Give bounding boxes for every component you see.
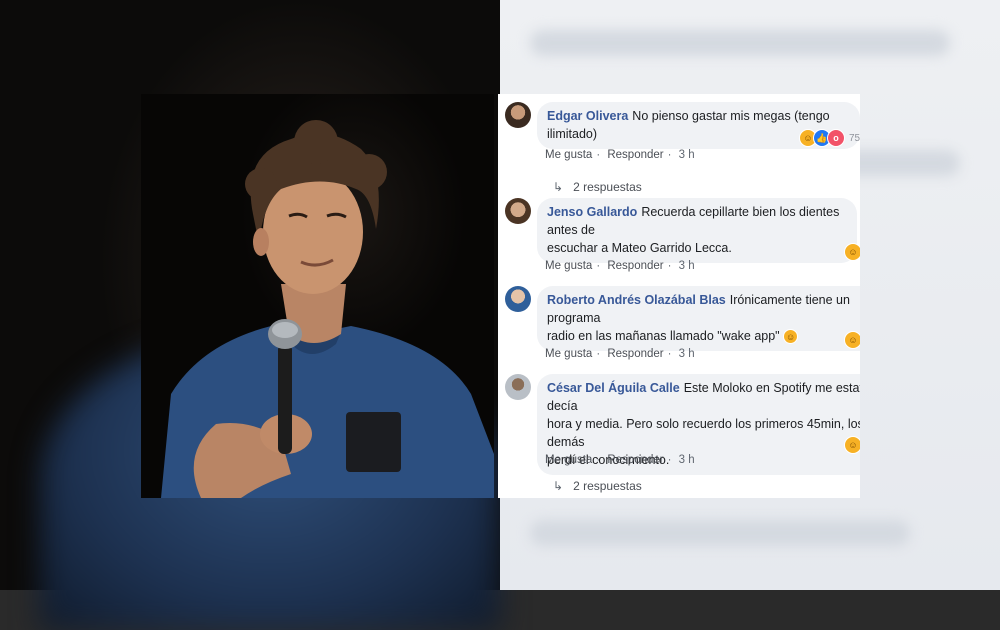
timestamp[interactable]: 3 h bbox=[679, 348, 695, 360]
like-link[interactable]: Me gusta bbox=[545, 149, 592, 161]
comment-author[interactable]: César Del Águila Calle bbox=[547, 381, 680, 395]
blurred-bar bbox=[530, 30, 950, 56]
avatar[interactable] bbox=[505, 198, 531, 224]
comment-actions: Me gusta · Responder · 3 h bbox=[545, 149, 695, 161]
reply-link[interactable]: Responder bbox=[607, 454, 663, 466]
view-replies[interactable]: ↳ 2 respuestas bbox=[553, 180, 642, 194]
reply-link[interactable]: Responder bbox=[607, 260, 663, 272]
replies-label[interactable]: 2 respuestas bbox=[573, 479, 642, 493]
haha-icon: ☺ bbox=[844, 331, 860, 349]
reply-arrow-icon: ↳ bbox=[553, 479, 564, 493]
comment-author[interactable]: Edgar Olivera bbox=[547, 109, 628, 123]
emoji-icon: ☺ bbox=[783, 329, 799, 345]
reaction-count: 75 bbox=[849, 132, 860, 144]
like-link[interactable]: Me gusta bbox=[545, 454, 592, 466]
timestamp[interactable]: 3 h bbox=[679, 454, 695, 466]
comment-author[interactable]: Roberto Andrés Olazábal Blas bbox=[547, 293, 726, 307]
comment-text-line: escuchar a Mateo Garrido Lecca. bbox=[547, 241, 732, 255]
like-link[interactable]: Me gusta bbox=[545, 260, 592, 272]
avatar[interactable] bbox=[505, 286, 531, 312]
avatar[interactable] bbox=[505, 374, 531, 400]
comment-actions: Me gusta · Responder · 3 h bbox=[545, 260, 695, 272]
reactions[interactable]: ☺ 👍 o 75 bbox=[799, 129, 860, 147]
timestamp[interactable]: 3 h bbox=[679, 260, 695, 272]
reply-link[interactable]: Responder bbox=[607, 348, 663, 360]
reply-link[interactable]: Responder bbox=[607, 149, 663, 161]
comedian-photo bbox=[141, 94, 494, 498]
timestamp[interactable]: 3 h bbox=[679, 149, 695, 161]
reactions[interactable]: ☺ bbox=[844, 331, 860, 349]
blurred-bar bbox=[530, 520, 910, 546]
haha-icon: ☺ bbox=[844, 243, 860, 261]
comedian-illustration bbox=[161, 120, 494, 498]
comment-author[interactable]: Jenso Gallardo bbox=[547, 205, 637, 219]
reactions[interactable]: ☺ bbox=[844, 436, 860, 454]
haha-icon: ☺ bbox=[844, 436, 860, 454]
comment-text-line: radio en las mañanas llamado "wake app" bbox=[547, 329, 780, 343]
comment-text-line: hora y media. Pero solo recuerdo los pri… bbox=[547, 417, 860, 449]
comment-actions: Me gusta · Responder · 3 h bbox=[545, 348, 695, 360]
view-replies[interactable]: ↳ 2 respuestas bbox=[553, 479, 642, 493]
reactions[interactable]: ☺ bbox=[844, 243, 860, 261]
comment-bubble: Roberto Andrés Olazábal Blas Irónicamente… bbox=[537, 286, 860, 351]
comments-panel: Edgar Olivera No pienso gastar mis megas … bbox=[498, 94, 860, 498]
like-link[interactable]: Me gusta bbox=[545, 348, 592, 360]
avatar[interactable] bbox=[505, 102, 531, 128]
replies-label[interactable]: 2 respuestas bbox=[573, 180, 642, 194]
reply-arrow-icon: ↳ bbox=[553, 180, 564, 194]
comment-bubble: Jenso Gallardo Recuerda cepillarte bien l… bbox=[537, 198, 857, 263]
wow-icon: o bbox=[827, 129, 845, 147]
comment-actions: Me gusta · Responder · 3 h bbox=[545, 454, 695, 466]
